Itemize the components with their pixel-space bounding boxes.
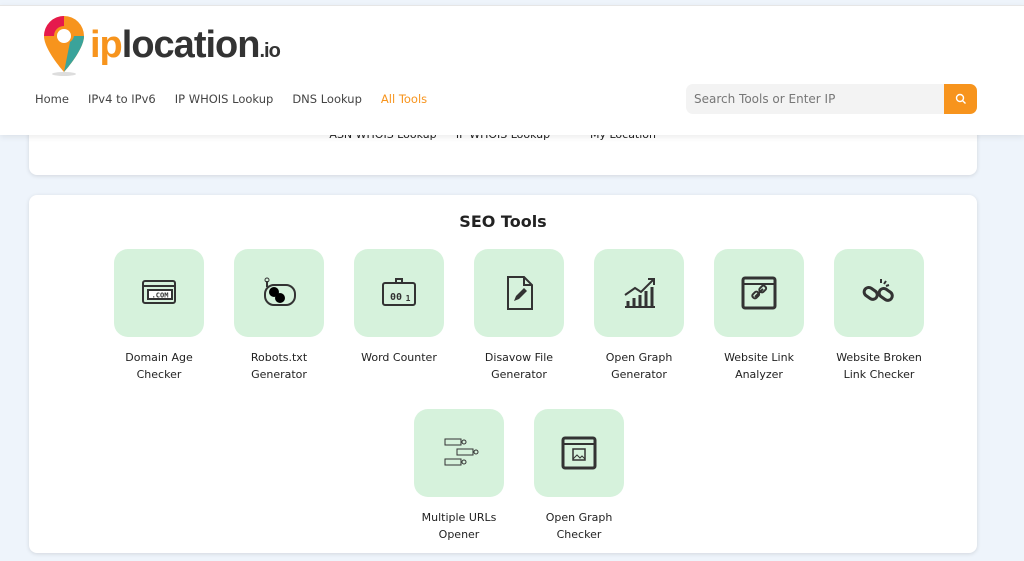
tool-robots-txt-generator[interactable]: Robots.txt Generator [219, 249, 339, 383]
tool-label: Robots.txt Generator [250, 351, 308, 381]
tool-label: Website Link Analyzer [724, 351, 794, 381]
tool-tile[interactable]: .COM [114, 249, 204, 337]
tool-tile[interactable] [534, 409, 624, 497]
section-title: SEO Tools [459, 212, 547, 231]
search-button[interactable] [944, 84, 977, 114]
main-nav: Home IPv4 to IPv6 IP WHOIS Lookup DNS Lo… [35, 92, 427, 106]
tool-word-counter[interactable]: 00 1 Word Counter [339, 249, 459, 366]
location-pin-icon [44, 16, 84, 76]
tool-tile[interactable] [414, 409, 504, 497]
svg-text:00: 00 [390, 292, 402, 303]
svg-text:1: 1 [406, 294, 411, 303]
tool-label: Domain Age Checker [125, 351, 193, 381]
tool-tile[interactable] [714, 249, 804, 337]
nav-dns-lookup[interactable]: DNS Lookup [292, 92, 362, 106]
tool-tile[interactable] [234, 249, 324, 337]
tool-label: Website Broken Link Checker [836, 351, 922, 381]
nav-all-tools[interactable]: All Tools [381, 92, 427, 106]
tool-open-graph-checker[interactable]: Open Graph Checker [519, 409, 639, 543]
tool-tile[interactable] [594, 249, 684, 337]
nav-ipv4-to-ipv6[interactable]: IPv4 to IPv6 [88, 92, 156, 106]
search-bar [686, 84, 977, 114]
robot-icon [264, 277, 296, 306]
domain-com-icon: .COM [142, 280, 176, 304]
tool-open-graph-generator[interactable]: Open Graph Generator [579, 249, 699, 383]
browser-image-icon [561, 436, 597, 470]
tool-domain-age-checker[interactable]: .COM Domain Age Checker [99, 249, 219, 383]
tool-label: Word Counter [361, 351, 437, 364]
multiple-urls-icon [444, 438, 479, 466]
tool-website-broken-link-checker[interactable]: Website Broken Link Checker [819, 249, 939, 383]
tool-website-link-analyzer[interactable]: Website Link Analyzer [699, 249, 819, 383]
tool-tile[interactable] [834, 249, 924, 337]
nav-home[interactable]: Home [35, 92, 69, 106]
search-input[interactable] [686, 84, 944, 114]
tool-label: Open Graph Generator [605, 351, 673, 381]
tool-tile[interactable] [474, 249, 564, 337]
header: iplocation.io Home IPv4 to IPv6 IP WHOIS… [0, 5, 1024, 135]
broken-link-icon [862, 279, 894, 302]
tool-tile[interactable]: 00 1 [354, 249, 444, 337]
tool-label: Open Graph Checker [545, 511, 613, 541]
search-icon [955, 93, 966, 104]
logo[interactable]: iplocation.io [42, 14, 281, 76]
file-edit-icon [507, 276, 533, 310]
browser-link-icon [741, 276, 777, 310]
counter-icon: 00 1 [382, 278, 416, 306]
svg-text:.COM: .COM [152, 292, 169, 300]
tool-multiple-urls-opener[interactable]: Multiple URLs Opener [399, 409, 519, 543]
tool-label: Disavow File Generator [484, 351, 554, 381]
tool-disavow-file-generator[interactable]: Disavow File Generator [459, 249, 579, 383]
growth-chart-icon [624, 278, 655, 308]
nav-ip-whois[interactable]: IP WHOIS Lookup [175, 92, 274, 106]
seo-tools-card: SEO Tools .COM Domain Age Checker Robots.t… [29, 195, 977, 553]
tool-label: Multiple URLs Opener [421, 511, 497, 541]
